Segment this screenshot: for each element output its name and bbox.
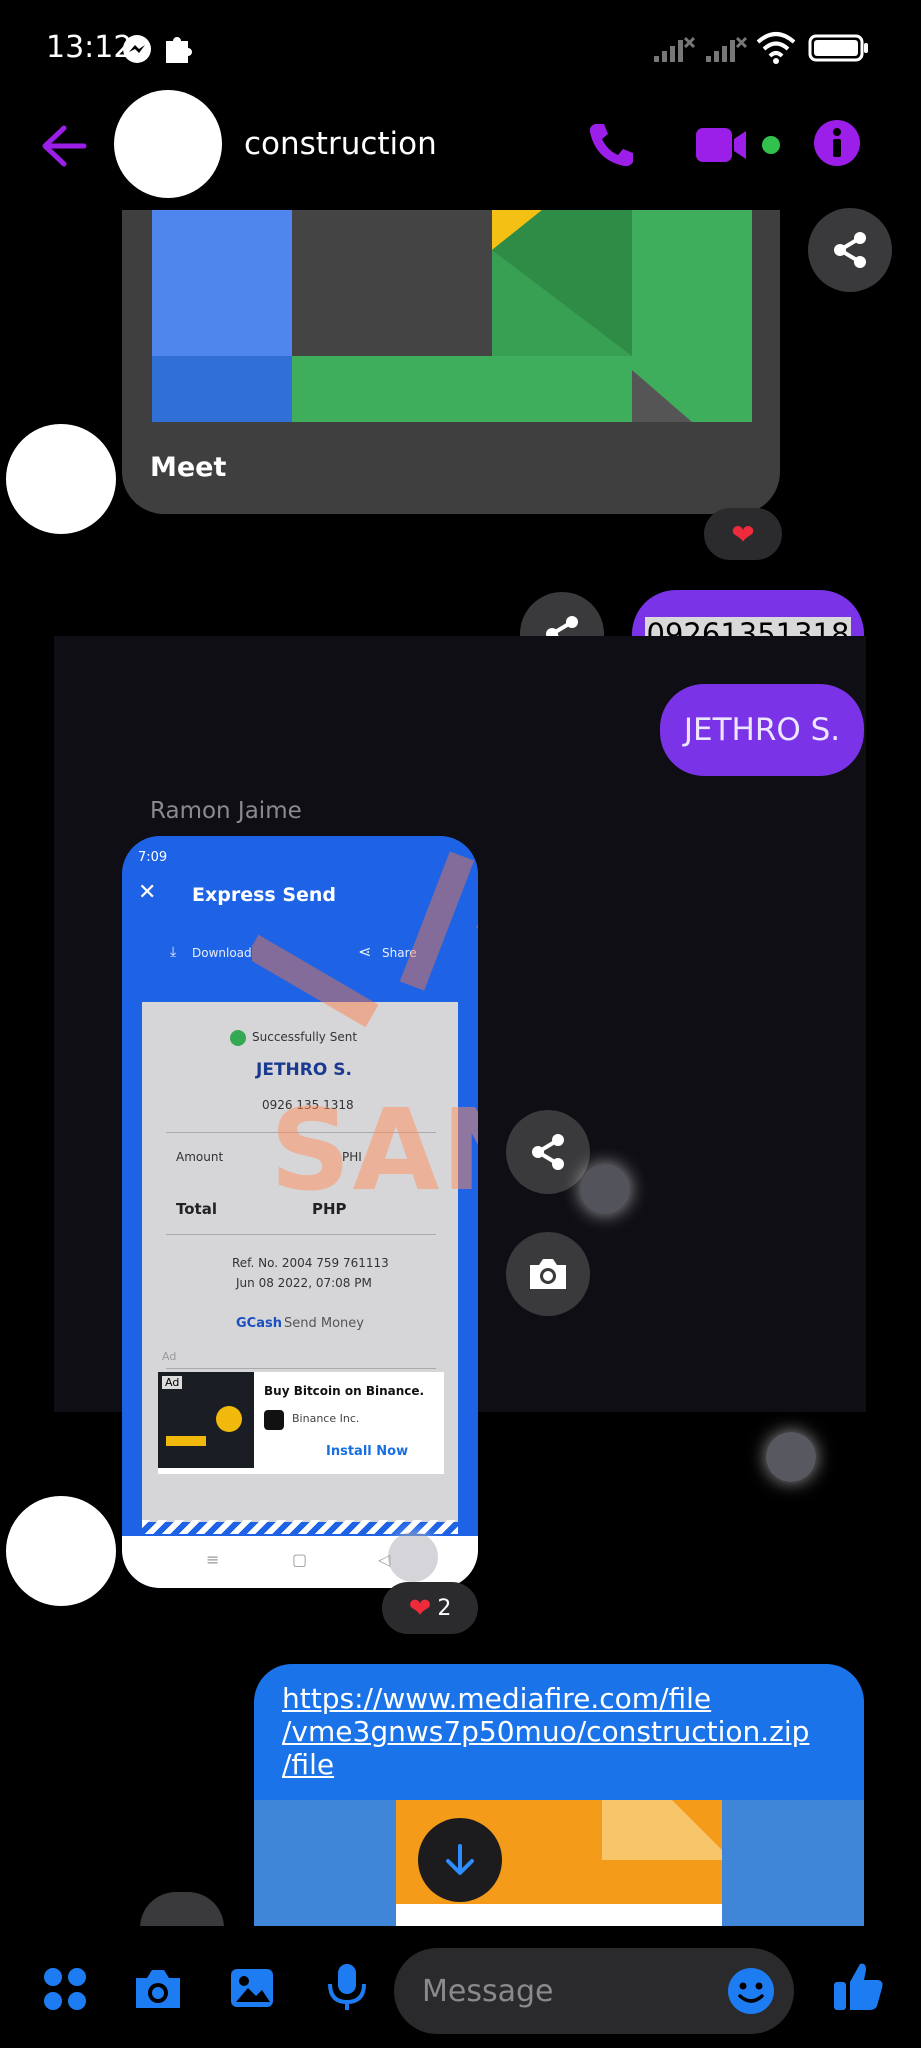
heart-reaction-icon: ❤ [731,517,755,551]
video-call-icon[interactable] [694,124,754,166]
screenshot-reaction[interactable]: ❤ 2 [382,1582,478,1634]
screenshot-download: Download [192,946,252,960]
binance-logo-icon [264,1410,284,1430]
touch-indicator-2 [766,1432,816,1482]
camera-button[interactable] [506,1232,590,1316]
chat-title[interactable]: construction [244,126,437,162]
reaction-count: 2 [437,1595,452,1621]
puzzle-icon [163,33,193,65]
share-icon [532,1134,564,1170]
heart-reaction-icon: ❤ [408,1592,432,1624]
share-button-screenshot[interactable] [506,1110,590,1194]
receipt-amount-label: Amount [176,1150,224,1164]
ad-advertiser: Binance Inc. [292,1412,360,1425]
link-line-2: /vme3gnws7p50muo/construction.zip [282,1715,810,1748]
signal-icon [652,34,696,64]
link-preview-image [254,1800,864,1926]
receipt-ref: Ref. No. 2004 759 761113 [232,1256,389,1270]
link-line-3: /file [282,1748,335,1781]
touch-indicator-3 [388,1532,438,1582]
success-check-icon [230,1030,246,1046]
message-input[interactable]: Message [394,1948,794,2034]
camera-icon [530,1259,566,1289]
like-thumb-icon[interactable] [832,1960,884,2012]
meet-reaction[interactable]: ❤ [704,508,782,560]
screenshot-close-icon: ✕ [138,880,157,905]
link-message[interactable]: https://www.mediafire.com/file /vme3gnws… [254,1664,864,1926]
receipt-brand-suffix: Send Money [284,1316,364,1331]
sender-avatar-2[interactable] [6,1496,116,1606]
receipt-total-label: Total [176,1200,217,1218]
ad-cta: Install Now [326,1444,409,1459]
meet-card[interactable]: Meet [122,210,780,514]
screenshot-image[interactable]: 7:09 ✕ Express Send ⤓ Download ⋖ Share S… [122,836,478,1588]
emoji-icon[interactable] [726,1966,776,2016]
ad-title: Buy Bitcoin on Binance. [264,1384,425,1398]
signal-icon-2 [704,34,748,64]
wifi-icon [756,30,796,64]
download-button[interactable] [418,1818,502,1902]
sender-avatar-1[interactable] [6,424,116,534]
message-bubble-name[interactable]: JETHRO S. [660,684,864,776]
receipt-brand: GCash [236,1316,282,1331]
camera-icon[interactable] [132,1966,184,2012]
meet-logo-image [152,210,752,422]
link-text[interactable]: https://www.mediafire.com/file /vme3gnws… [282,1682,852,1781]
active-status-dot [762,136,780,154]
screenshot-download-icon: ⤓ [170,944,177,960]
avatar[interactable] [114,90,222,198]
phone-call-icon[interactable] [586,120,636,170]
status-bar: 13:12 [0,0,921,90]
receipt-date: Jun 08 2022, 07:08 PM [236,1276,372,1290]
back-arrow-icon[interactable] [40,124,88,168]
ad-badge: Ad [162,1376,183,1389]
message-placeholder: Message [422,1974,554,2009]
microphone-icon[interactable] [326,1962,368,2012]
info-icon[interactable] [812,118,862,168]
link-line-1: https://www.mediafire.com/file [282,1682,712,1715]
battery-icon [808,34,870,62]
messenger-icon [122,34,152,64]
ad-label: Ad [162,1350,177,1363]
ad-image: Ad [158,1372,254,1468]
menu-grid-icon[interactable] [42,1966,88,2012]
watermark-text: SANARA [270,1086,478,1216]
ad-section: Ad Buy Bitcoin on Binance. Binance Inc. … [158,1372,444,1474]
screenshot-status-time: 7:09 [138,850,168,865]
name-text: JETHRO S. [683,712,841,748]
meet-label: Meet [150,452,227,483]
partial-avatar [140,1892,224,1928]
status-time: 13:12 [46,30,133,65]
touch-indicator-1 [580,1164,630,1214]
download-arrow-icon [446,1844,474,1875]
share-icon [834,232,866,268]
composer-bar: Message [0,1926,921,2048]
gallery-icon[interactable] [228,1964,276,2012]
share-button-meet[interactable] [808,208,892,292]
chat-header: construction [0,90,921,210]
sender-name: Ramon Jaime [150,798,302,824]
